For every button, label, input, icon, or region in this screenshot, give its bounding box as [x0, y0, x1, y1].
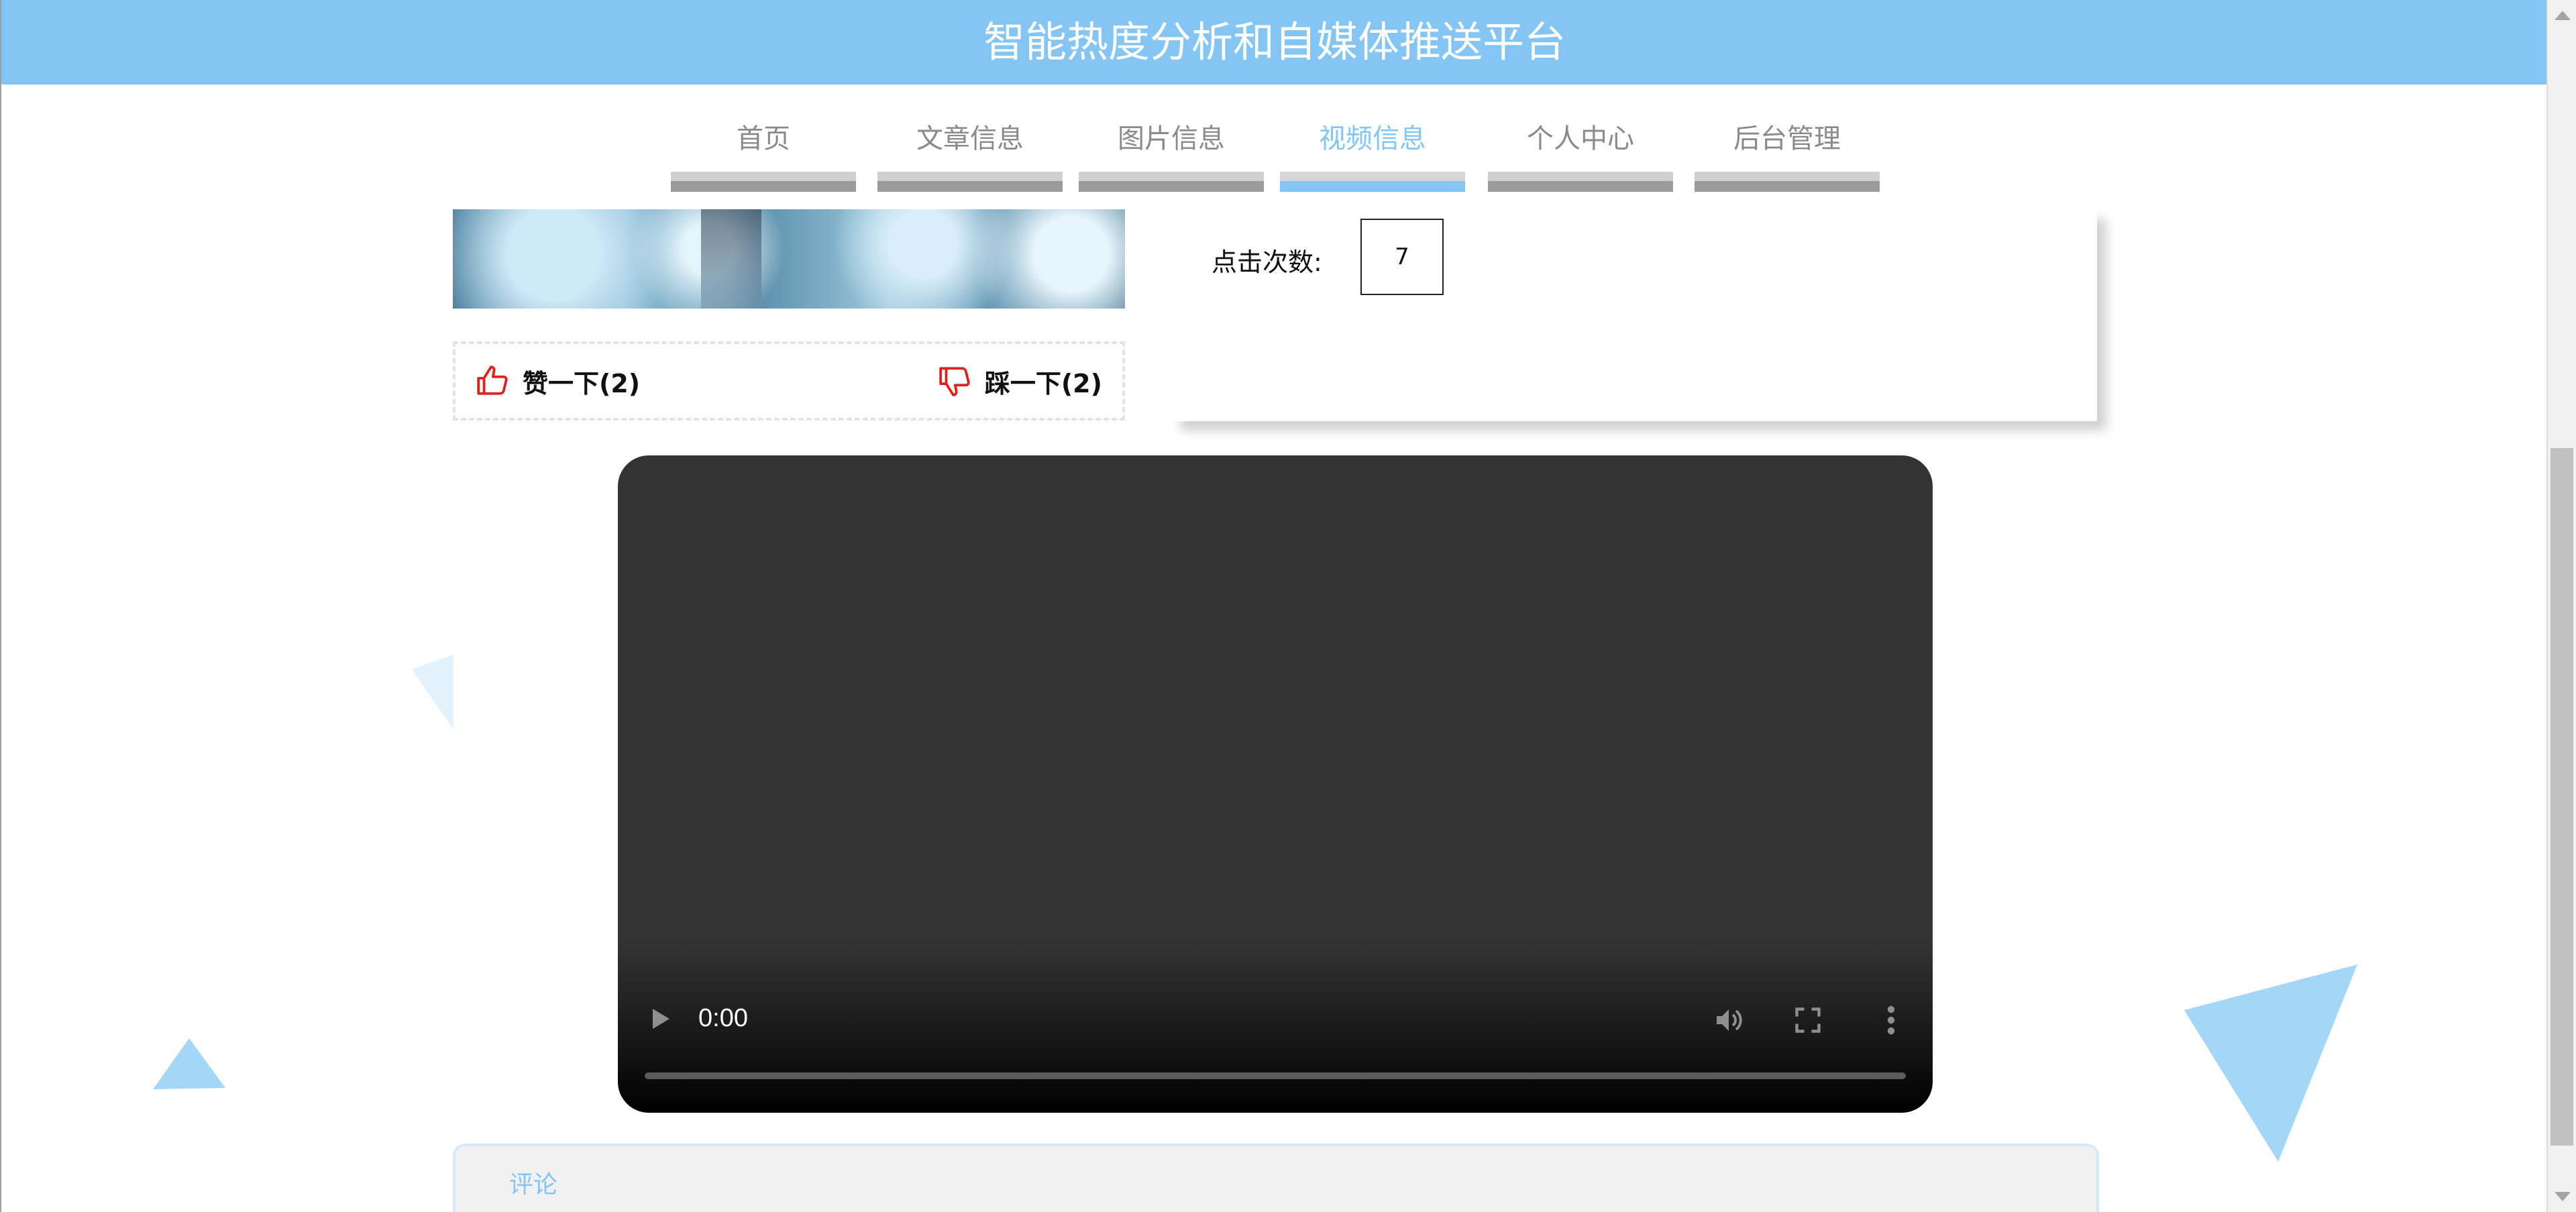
nav-item-home[interactable]: 首页 — [671, 85, 856, 192]
nav-item-underline — [1695, 172, 1880, 192]
comments-title: 评论 — [509, 1171, 558, 1199]
nav-item-underline — [1079, 172, 1264, 192]
header: 智能热度分析和自媒体推送平台 — [1, 0, 2546, 85]
nav-item-admin[interactable]: 后台管理 — [1695, 85, 1880, 192]
main-nav: 首页 文章信息 图片信息 视频信息 个人中心 后台管理 — [1, 85, 2546, 209]
video-time: 0:00 — [698, 1004, 748, 1032]
decor-triangle-left — [412, 655, 453, 730]
nav-item-videos[interactable]: 视频信息 — [1280, 85, 1465, 192]
video-progress-bar[interactable] — [645, 1072, 1906, 1079]
nav-item-images[interactable]: 图片信息 — [1079, 85, 1264, 192]
click-count-label: 点击次数: — [1212, 247, 1322, 277]
scroll-down-arrow-icon[interactable] — [2555, 1192, 2571, 1201]
thumbs-up-icon — [477, 366, 508, 395]
nav-item-articles[interactable]: 文章信息 — [877, 85, 1063, 192]
nav-item-underline — [1488, 172, 1673, 192]
nav-item-underline — [1280, 172, 1465, 192]
scroll-thumb[interactable] — [2551, 448, 2573, 1146]
play-icon[interactable] — [646, 1005, 673, 1032]
video-cover-image — [453, 209, 1125, 309]
cover-figure — [701, 209, 761, 309]
volume-icon[interactable] — [1713, 1004, 1745, 1036]
page-scrollbar[interactable] — [2546, 0, 2576, 1212]
nav-item-label: 视频信息 — [1319, 123, 1426, 154]
nav-item-label: 图片信息 — [1118, 123, 1225, 154]
page: 智能热度分析和自媒体推送平台 首页 文章信息 图片信息 视频信息 个人中心 后台… — [0, 0, 2546, 1212]
video-player[interactable]: 0:00 — [618, 455, 1933, 1113]
dislike-button[interactable]: 踩一下(2) — [938, 344, 1102, 418]
like-label: 赞一下(2) — [523, 368, 641, 398]
click-count-value: 7 — [1360, 219, 1444, 295]
thumbs-down-icon — [939, 367, 970, 396]
nav-item-underline — [671, 172, 856, 192]
nav-item-label: 后台管理 — [1733, 123, 1841, 154]
nav-item-label: 个人中心 — [1527, 123, 1634, 154]
fullscreen-icon[interactable] — [1793, 1005, 1823, 1035]
nav-item-underline — [877, 172, 1063, 192]
info-card: 点击次数: 7 — [1171, 209, 2097, 421]
like-button[interactable]: 赞一下(2) — [476, 344, 640, 418]
comments-section: 评论 — [453, 1144, 2099, 1212]
nav-item-label: 文章信息 — [916, 123, 1024, 154]
nav-item-personal-center[interactable]: 个人中心 — [1488, 85, 1673, 192]
dislike-label: 踩一下(2) — [984, 368, 1102, 398]
vote-box: 赞一下(2) 踩一下(2) — [453, 341, 1125, 421]
decor-triangle-right — [2184, 965, 2357, 1162]
scroll-up-arrow-icon[interactable] — [2555, 11, 2571, 20]
more-vertical-icon[interactable] — [1884, 1004, 1898, 1036]
decor-triangle-bottom-left — [153, 1038, 225, 1089]
nav-item-label: 首页 — [737, 123, 790, 154]
site-title: 智能热度分析和自媒体推送平台 — [983, 17, 1566, 66]
